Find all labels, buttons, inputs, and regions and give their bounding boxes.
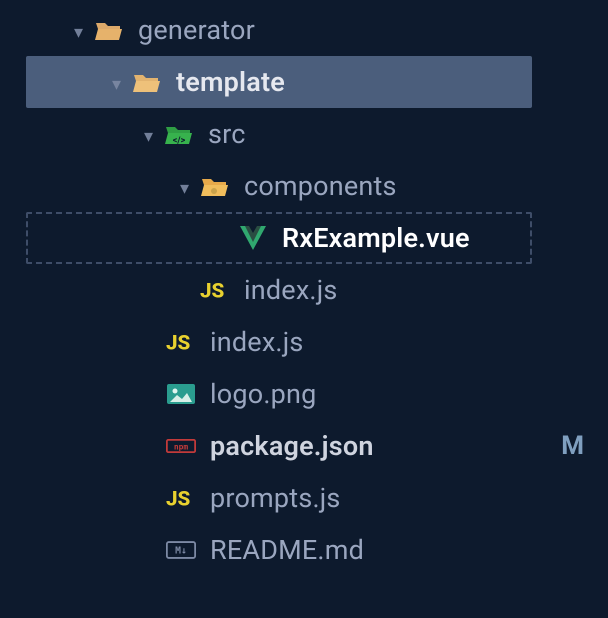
chevron-down-icon[interactable] [144, 126, 158, 140]
chevron-none [146, 542, 160, 556]
svg-text:npm: npm [174, 443, 189, 452]
svg-text:M↓: M↓ [175, 546, 187, 557]
chevron-none [146, 386, 160, 400]
folder-components-icon [200, 171, 230, 201]
vcs-status-badge: M [561, 431, 584, 461]
tree-row-label: template [176, 66, 285, 98]
tree-row-label: README.md [210, 534, 364, 566]
tree-row[interactable]: components [0, 160, 608, 212]
md-icon: M↓ [166, 535, 196, 565]
tree-row[interactable]: template [26, 56, 532, 108]
js-icon: JS [166, 327, 196, 357]
js-icon: JS [166, 483, 196, 513]
tree-row[interactable]: M↓ README.md [0, 524, 608, 576]
svg-text:JS: JS [200, 280, 225, 303]
chevron-down-icon[interactable] [180, 178, 194, 192]
tree-row[interactable]: JS index.js [0, 264, 608, 316]
tree-row-label: components [244, 170, 397, 202]
tree-row-label: package.json [210, 430, 374, 462]
file-tree: generator template </> src components Rx… [0, 0, 608, 576]
tree-row[interactable]: </> src [0, 108, 608, 160]
tree-row-label: RxExample.vue [282, 222, 470, 254]
tree-row[interactable]: logo.png [0, 368, 608, 420]
tree-row[interactable]: JS prompts.js [0, 472, 608, 524]
tree-row[interactable]: JS index.js [0, 316, 608, 368]
image-icon [166, 379, 196, 409]
folder-src-icon: </> [164, 119, 194, 149]
chevron-down-icon[interactable] [74, 22, 88, 36]
folder-open-icon [94, 15, 124, 45]
chevron-none [180, 282, 194, 296]
tree-row[interactable]: RxExample.vue [26, 212, 532, 264]
svg-text:JS: JS [166, 488, 191, 511]
vue-icon [238, 223, 268, 253]
tree-row-label: logo.png [210, 378, 316, 410]
svg-text:JS: JS [166, 332, 191, 355]
npm-icon: npm [166, 431, 196, 461]
tree-row[interactable]: generator [0, 4, 608, 56]
svg-text:</>: </> [173, 136, 186, 146]
tree-row-label: prompts.js [210, 482, 341, 514]
tree-row-label: src [208, 118, 246, 150]
chevron-down-icon[interactable] [112, 74, 126, 88]
tree-row-label: index.js [244, 274, 338, 306]
js-icon: JS [200, 275, 230, 305]
folder-open-alt-icon [132, 67, 162, 97]
chevron-none [146, 334, 160, 348]
chevron-none [146, 438, 160, 452]
tree-row-label: index.js [210, 326, 304, 358]
tree-row[interactable]: npm package.json M [0, 420, 608, 472]
tree-row-label: generator [138, 14, 255, 46]
chevron-none [218, 230, 232, 244]
chevron-none [146, 490, 160, 504]
